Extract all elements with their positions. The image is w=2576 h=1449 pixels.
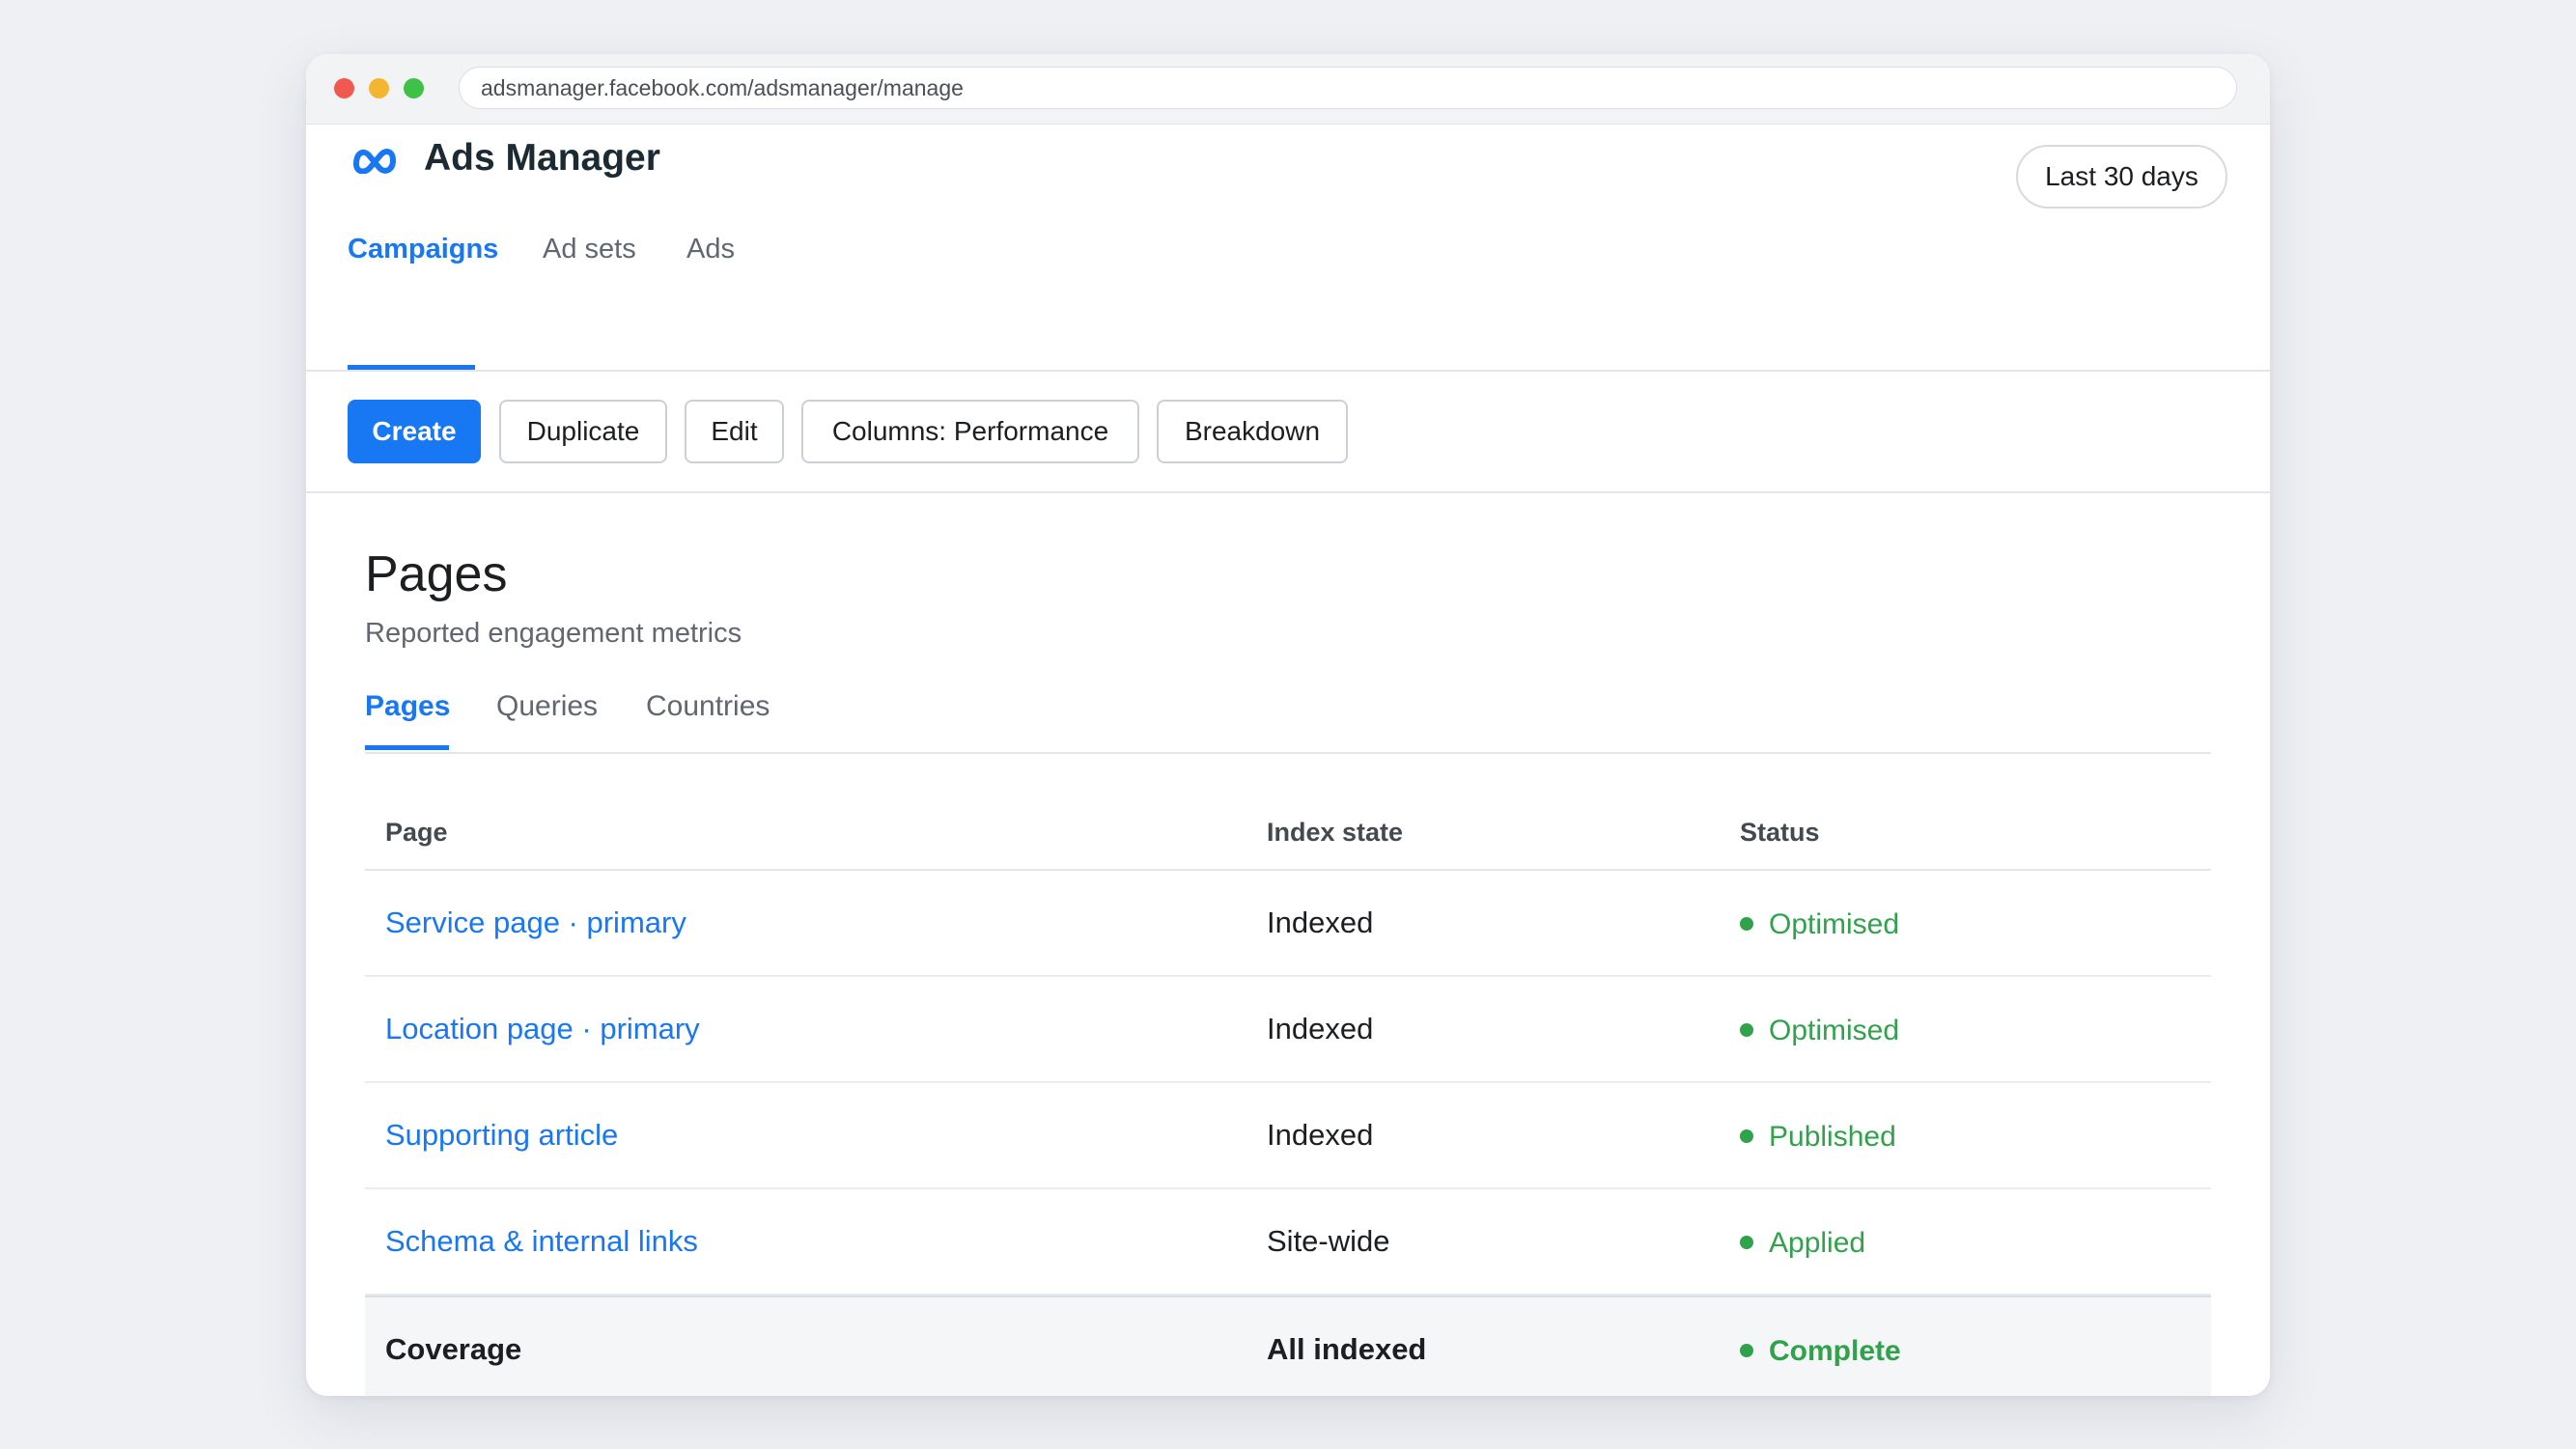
column-header-status[interactable]: Status [1740, 815, 1820, 850]
minimize-window-button[interactable] [369, 78, 389, 98]
status-label: Optimised [1769, 908, 1900, 940]
status-label: Optimised [1769, 1015, 1900, 1046]
total-status-label: Complete [1769, 1335, 1901, 1367]
table-row: Supporting article Indexed Published [365, 1083, 2211, 1189]
page-link[interactable]: Location page · primary [385, 1010, 700, 1048]
table-row: Service page · primary Indexed Optimised [365, 871, 2211, 977]
page-link[interactable]: Schema & internal links [385, 1222, 698, 1261]
total-status-badge: Complete [1740, 1332, 1901, 1371]
index-state-cell: Indexed [1267, 1012, 1374, 1045]
subtab-divider [365, 752, 2211, 754]
subtab-countries[interactable]: Countries [646, 687, 770, 726]
table-header: Page Index state Status [365, 797, 2211, 871]
browser-window: adsmanager.facebook.com/adsmanager/manag… [306, 54, 2270, 1396]
status-badge: Optimised [1740, 906, 1899, 944]
section-title: Pages [365, 546, 508, 602]
app-title: Ads Manager [424, 137, 660, 179]
tab-ad-sets[interactable]: Ad sets [543, 228, 636, 270]
close-window-button[interactable] [334, 78, 354, 98]
page-link[interactable]: Service page · primary [385, 904, 686, 942]
pages-table: Page Index state Status Service page · p… [365, 797, 2211, 1396]
status-badge: Optimised [1740, 1012, 1899, 1050]
total-label: Coverage [385, 1332, 522, 1366]
status-dot-icon [1740, 1344, 1753, 1358]
meta-logo-icon [353, 149, 396, 174]
table-row: Schema & internal links Site-wide Applie… [365, 1189, 2211, 1296]
index-state-cell: Indexed [1267, 906, 1374, 939]
date-range-button[interactable]: Last 30 days [2016, 145, 2227, 209]
status-dot-icon [1740, 917, 1753, 932]
column-header-page[interactable]: Page [385, 815, 448, 850]
table-total-row: Coverage All indexed Complete [365, 1296, 2211, 1396]
status-label: Published [1769, 1121, 1896, 1153]
column-header-index-state[interactable]: Index state [1267, 815, 1403, 850]
section-subtitle: Reported engagement metrics [365, 618, 742, 649]
duplicate-button[interactable]: Duplicate [499, 400, 667, 463]
maximize-window-button[interactable] [404, 78, 424, 98]
subtab-queries[interactable]: Queries [496, 687, 598, 726]
address-bar[interactable]: adsmanager.facebook.com/adsmanager/manag… [459, 67, 2237, 109]
table-row: Location page · primary Indexed Optimise… [365, 977, 2211, 1083]
status-dot-icon [1740, 1236, 1753, 1250]
tab-ads[interactable]: Ads [686, 228, 735, 270]
subtab-pages[interactable]: Pages [365, 687, 450, 726]
index-state-cell: Site-wide [1267, 1224, 1390, 1258]
edit-button[interactable]: Edit [685, 400, 784, 463]
header-divider [306, 370, 2270, 372]
status-dot-icon [1740, 1023, 1753, 1038]
page-link[interactable]: Supporting article [385, 1116, 618, 1155]
status-badge: Applied [1740, 1224, 1865, 1263]
columns-button[interactable]: Columns: Performance [801, 400, 1139, 463]
index-state-cell: Indexed [1267, 1118, 1374, 1152]
breakdown-button[interactable]: Breakdown [1157, 400, 1348, 463]
status-dot-icon [1740, 1129, 1753, 1144]
tab-campaigns[interactable]: Campaigns [348, 228, 498, 270]
create-button[interactable]: Create [348, 400, 481, 463]
active-subtab-indicator [365, 745, 449, 750]
status-badge: Published [1740, 1118, 1896, 1156]
total-index-state: All indexed [1267, 1332, 1427, 1366]
status-label: Applied [1769, 1227, 1866, 1259]
toolbar-divider [306, 491, 2270, 493]
browser-titlebar: adsmanager.facebook.com/adsmanager/manag… [306, 54, 2270, 125]
